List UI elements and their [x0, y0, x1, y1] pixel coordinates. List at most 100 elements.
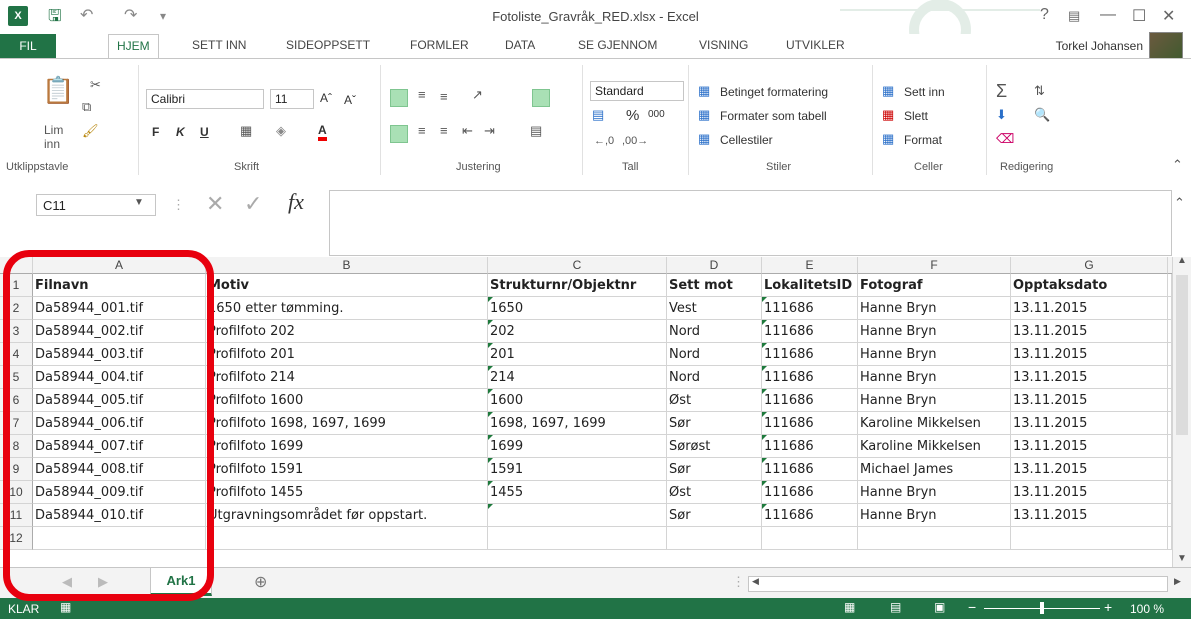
cell[interactable]: Hanne Bryn — [858, 343, 1011, 366]
cell[interactable]: Hanne Bryn — [858, 366, 1011, 389]
format-as-table-icon[interactable]: ▦ — [698, 107, 710, 123]
formula-input[interactable] — [329, 190, 1172, 256]
help-icon[interactable]: ? — [1040, 6, 1049, 24]
cell[interactable]: Profilfoto 1600 — [206, 389, 488, 412]
format-painter-icon[interactable]: 🖌 — [82, 123, 99, 139]
cell[interactable]: Da58944_005.tif — [33, 389, 206, 412]
insert-cells-icon[interactable]: ▦ — [882, 83, 894, 99]
cell[interactable]: Sørøst — [667, 435, 762, 458]
page-break-view-icon[interactable]: ▣ — [934, 600, 945, 614]
tab-formler[interactable]: FORMLER — [410, 38, 469, 52]
conditional-formatting-icon[interactable]: ▦ — [698, 83, 710, 99]
cell[interactable]: Sett mot — [667, 274, 762, 297]
cell[interactable]: Profilfoto 214 — [206, 366, 488, 389]
column-header-d[interactable]: D — [667, 257, 762, 274]
zoom-in-icon[interactable]: + — [1104, 599, 1112, 615]
cell[interactable]: Karoline Mikkelsen — [858, 412, 1011, 435]
tab-se-gjennom[interactable]: SE GJENNOM — [578, 38, 657, 52]
cell[interactable]: 1600 — [488, 389, 667, 412]
percent-style-button[interactable]: % — [626, 107, 639, 124]
merge-center-icon[interactable]: ▤ — [530, 123, 542, 139]
cell[interactable]: 201 — [488, 343, 667, 366]
cell[interactable]: Øst — [667, 389, 762, 412]
font-name-dropdown[interactable]: Calibri — [146, 89, 264, 109]
cell[interactable]: 202 — [488, 320, 667, 343]
cell[interactable]: Da58944_003.tif — [33, 343, 206, 366]
sheet-tab-ark1[interactable]: Ark1 — [150, 568, 212, 596]
row-header[interactable]: 1 — [0, 274, 33, 297]
scroll-down-icon[interactable]: ▼ — [1177, 553, 1187, 564]
cell[interactable]: Hanne Bryn — [858, 297, 1011, 320]
cell[interactable]: Profilfoto 1699 — [206, 435, 488, 458]
copy-icon[interactable]: ⧉ — [82, 99, 91, 115]
user-name[interactable]: Torkel Johansen — [1056, 39, 1143, 53]
cell[interactable]: 111686 — [762, 504, 858, 527]
cell[interactable]: Da58944_002.tif — [33, 320, 206, 343]
cell[interactable]: 111686 — [762, 412, 858, 435]
cell[interactable]: 1591 — [488, 458, 667, 481]
align-left-icon[interactable] — [390, 125, 408, 143]
column-header-c[interactable]: C — [488, 257, 667, 274]
align-middle-icon[interactable]: ≡ — [418, 87, 426, 102]
column-header-g[interactable]: G — [1011, 257, 1168, 274]
cell[interactable]: 13.11.2015 — [1011, 435, 1168, 458]
cell[interactable]: 1650 — [488, 297, 667, 320]
cell[interactable]: Hanne Bryn — [858, 320, 1011, 343]
cell[interactable]: Da58944_001.tif — [33, 297, 206, 320]
cell[interactable]: Michael James — [858, 458, 1011, 481]
cell[interactable]: Karoline Mikkelsen — [858, 435, 1011, 458]
cell[interactable]: 1455 — [488, 481, 667, 504]
cell[interactable]: Profilfoto 1591 — [206, 458, 488, 481]
cell[interactable]: 111686 — [762, 458, 858, 481]
conditional-formatting-button[interactable]: Betinget formatering — [720, 85, 828, 99]
tab-sideoppsett[interactable]: SIDEOPPSETT — [286, 38, 370, 52]
enter-icon[interactable]: ✓ — [244, 191, 262, 217]
cell[interactable] — [762, 527, 858, 550]
increase-decimal-icon[interactable]: ←,0 — [594, 135, 614, 147]
paste-icon[interactable]: 📋 — [42, 75, 74, 106]
vertical-scrollbar[interactable]: ▲ ▼ — [1172, 255, 1191, 567]
ribbon-display-options-icon[interactable]: ▤ — [1068, 8, 1080, 24]
cell[interactable] — [206, 527, 488, 550]
name-box-dropdown-icon[interactable]: ▼ — [134, 197, 144, 208]
cell[interactable]: Nord — [667, 366, 762, 389]
tab-fil[interactable]: FIL — [0, 34, 56, 58]
cell[interactable]: Hanne Bryn — [858, 389, 1011, 412]
row-header[interactable]: 9 — [0, 458, 33, 481]
cell[interactable]: 13.11.2015 — [1011, 366, 1168, 389]
cell[interactable] — [667, 527, 762, 550]
cell-styles-icon[interactable]: ▦ — [698, 131, 710, 147]
cell[interactable]: Filnavn — [33, 274, 206, 297]
delete-cells-icon[interactable]: ▦ — [882, 107, 894, 123]
increase-indent-icon[interactable]: ⇥ — [484, 123, 495, 139]
italic-button[interactable]: K — [176, 125, 185, 139]
maximize-icon[interactable]: ☐ — [1132, 6, 1146, 26]
tab-utvikler[interactable]: UTVIKLER — [786, 38, 845, 52]
scroll-thumb[interactable] — [1176, 275, 1188, 435]
tab-splitter-icon[interactable]: ⋮ — [732, 574, 745, 590]
cell[interactable]: Da58944_004.tif — [33, 366, 206, 389]
collapse-ribbon-icon[interactable]: ⌃ — [1172, 157, 1183, 173]
cell[interactable]: Hanne Bryn — [858, 504, 1011, 527]
fill-color-icon[interactable]: ◈ — [276, 123, 286, 139]
page-layout-view-icon[interactable]: ▤ — [890, 600, 901, 614]
row-header[interactable]: 5 — [0, 366, 33, 389]
decrease-font-icon[interactable]: Aˇ — [344, 93, 356, 107]
cell[interactable]: 1650 etter tømming. — [206, 297, 488, 320]
scroll-up-icon[interactable]: ▲ — [1177, 255, 1187, 266]
normal-view-icon[interactable]: ▦ — [844, 600, 855, 614]
cell[interactable]: Da58944_006.tif — [33, 412, 206, 435]
font-size-dropdown[interactable]: 11 — [270, 89, 314, 109]
decrease-decimal-icon[interactable]: ,00→ — [622, 135, 648, 147]
cell[interactable]: Da58944_010.tif — [33, 504, 206, 527]
align-top-icon[interactable] — [390, 89, 408, 107]
zoom-level[interactable]: 100 % — [1130, 602, 1164, 616]
delete-cells-button[interactable]: Slett — [904, 109, 928, 123]
cell[interactable]: 111686 — [762, 481, 858, 504]
cell[interactable]: 111686 — [762, 297, 858, 320]
find-select-icon[interactable]: 🔍 — [1034, 107, 1050, 123]
borders-icon[interactable]: ▦ — [240, 123, 252, 139]
cell[interactable] — [858, 527, 1011, 550]
cell[interactable]: 13.11.2015 — [1011, 343, 1168, 366]
accounting-format-icon[interactable]: ▤ — [592, 107, 604, 123]
